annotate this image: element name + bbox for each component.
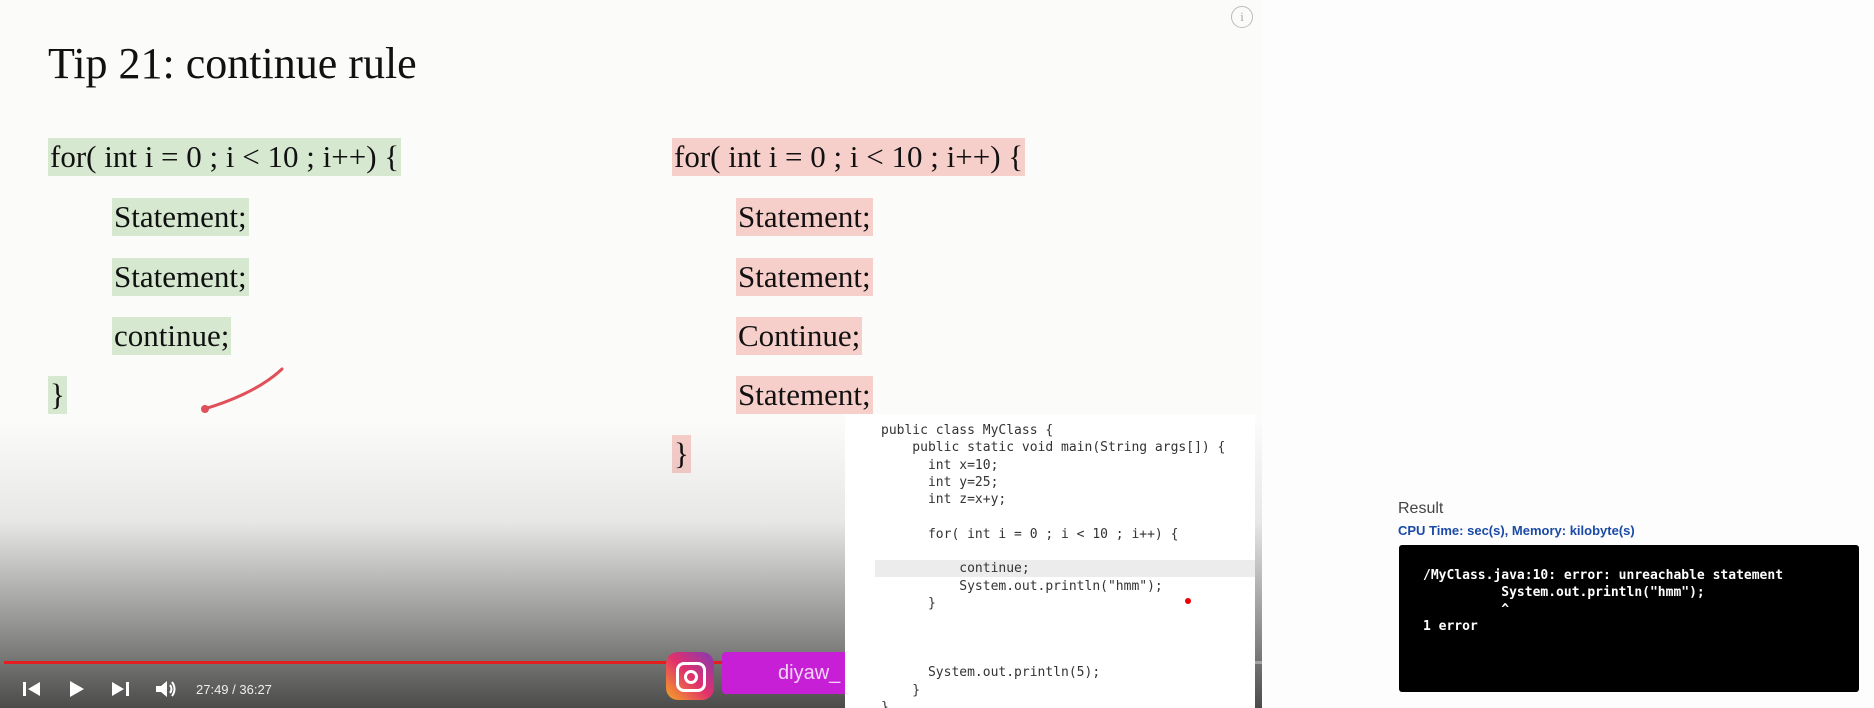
- editor-line: }: [881, 682, 921, 698]
- cursor-dot: [1185, 598, 1191, 604]
- right-code-line: Statement;: [736, 198, 873, 236]
- editor-line: System.out.println("hmm");: [881, 578, 1163, 594]
- cpu-memory-label: CPU Time: sec(s), Memory: kilobyte(s): [1398, 523, 1635, 538]
- slide-title: Tip 21: continue rule: [48, 39, 417, 88]
- right-code-line: Statement;: [736, 376, 873, 414]
- editor-line: int z=x+y;: [881, 492, 1007, 508]
- editor-line: System.out.println(5);: [881, 665, 1101, 681]
- left-code-line: for( int i = 0 ; i < 10 ; i++) {: [48, 138, 402, 176]
- editor-line: public class MyClass {: [881, 423, 1054, 438]
- play-icon[interactable]: [64, 678, 88, 700]
- left-code-line: Statement;: [112, 198, 249, 236]
- editor-line: public static void main(String args[]) {: [881, 440, 1226, 456]
- next-icon[interactable]: [108, 678, 132, 700]
- left-code-line: }: [48, 376, 67, 414]
- info-icon[interactable]: i: [1231, 6, 1253, 28]
- editor-line: int x=10;: [881, 457, 999, 473]
- volume-icon[interactable]: [154, 678, 178, 700]
- editor-line: int y=25;: [881, 474, 999, 490]
- editor-line: }: [881, 596, 936, 611]
- right-code-line: Continue;: [736, 317, 863, 355]
- editor-line: for( int i = 0 ; i < 10 ; i++) {: [881, 526, 1179, 542]
- right-code-line: Statement;: [736, 258, 873, 296]
- editor-line: }: [881, 699, 889, 708]
- previous-icon[interactable]: [20, 678, 44, 700]
- result-heading: Result: [1398, 500, 1444, 517]
- left-code-line: Statement;: [112, 258, 249, 296]
- code-editor[interactable]: public class MyClass { public static voi…: [845, 414, 1255, 708]
- right-code-line: for( int i = 0 ; i < 10 ; i++) {: [672, 138, 1026, 176]
- time-display: 27:49 / 36:27: [196, 682, 272, 697]
- editor-line: continue;: [875, 560, 1255, 578]
- left-code-line: continue;: [112, 317, 232, 355]
- pen-annotation: [201, 367, 284, 413]
- output-console: /MyClass.java:10: error: unreachable sta…: [1399, 545, 1859, 692]
- instagram-icon: [666, 652, 714, 700]
